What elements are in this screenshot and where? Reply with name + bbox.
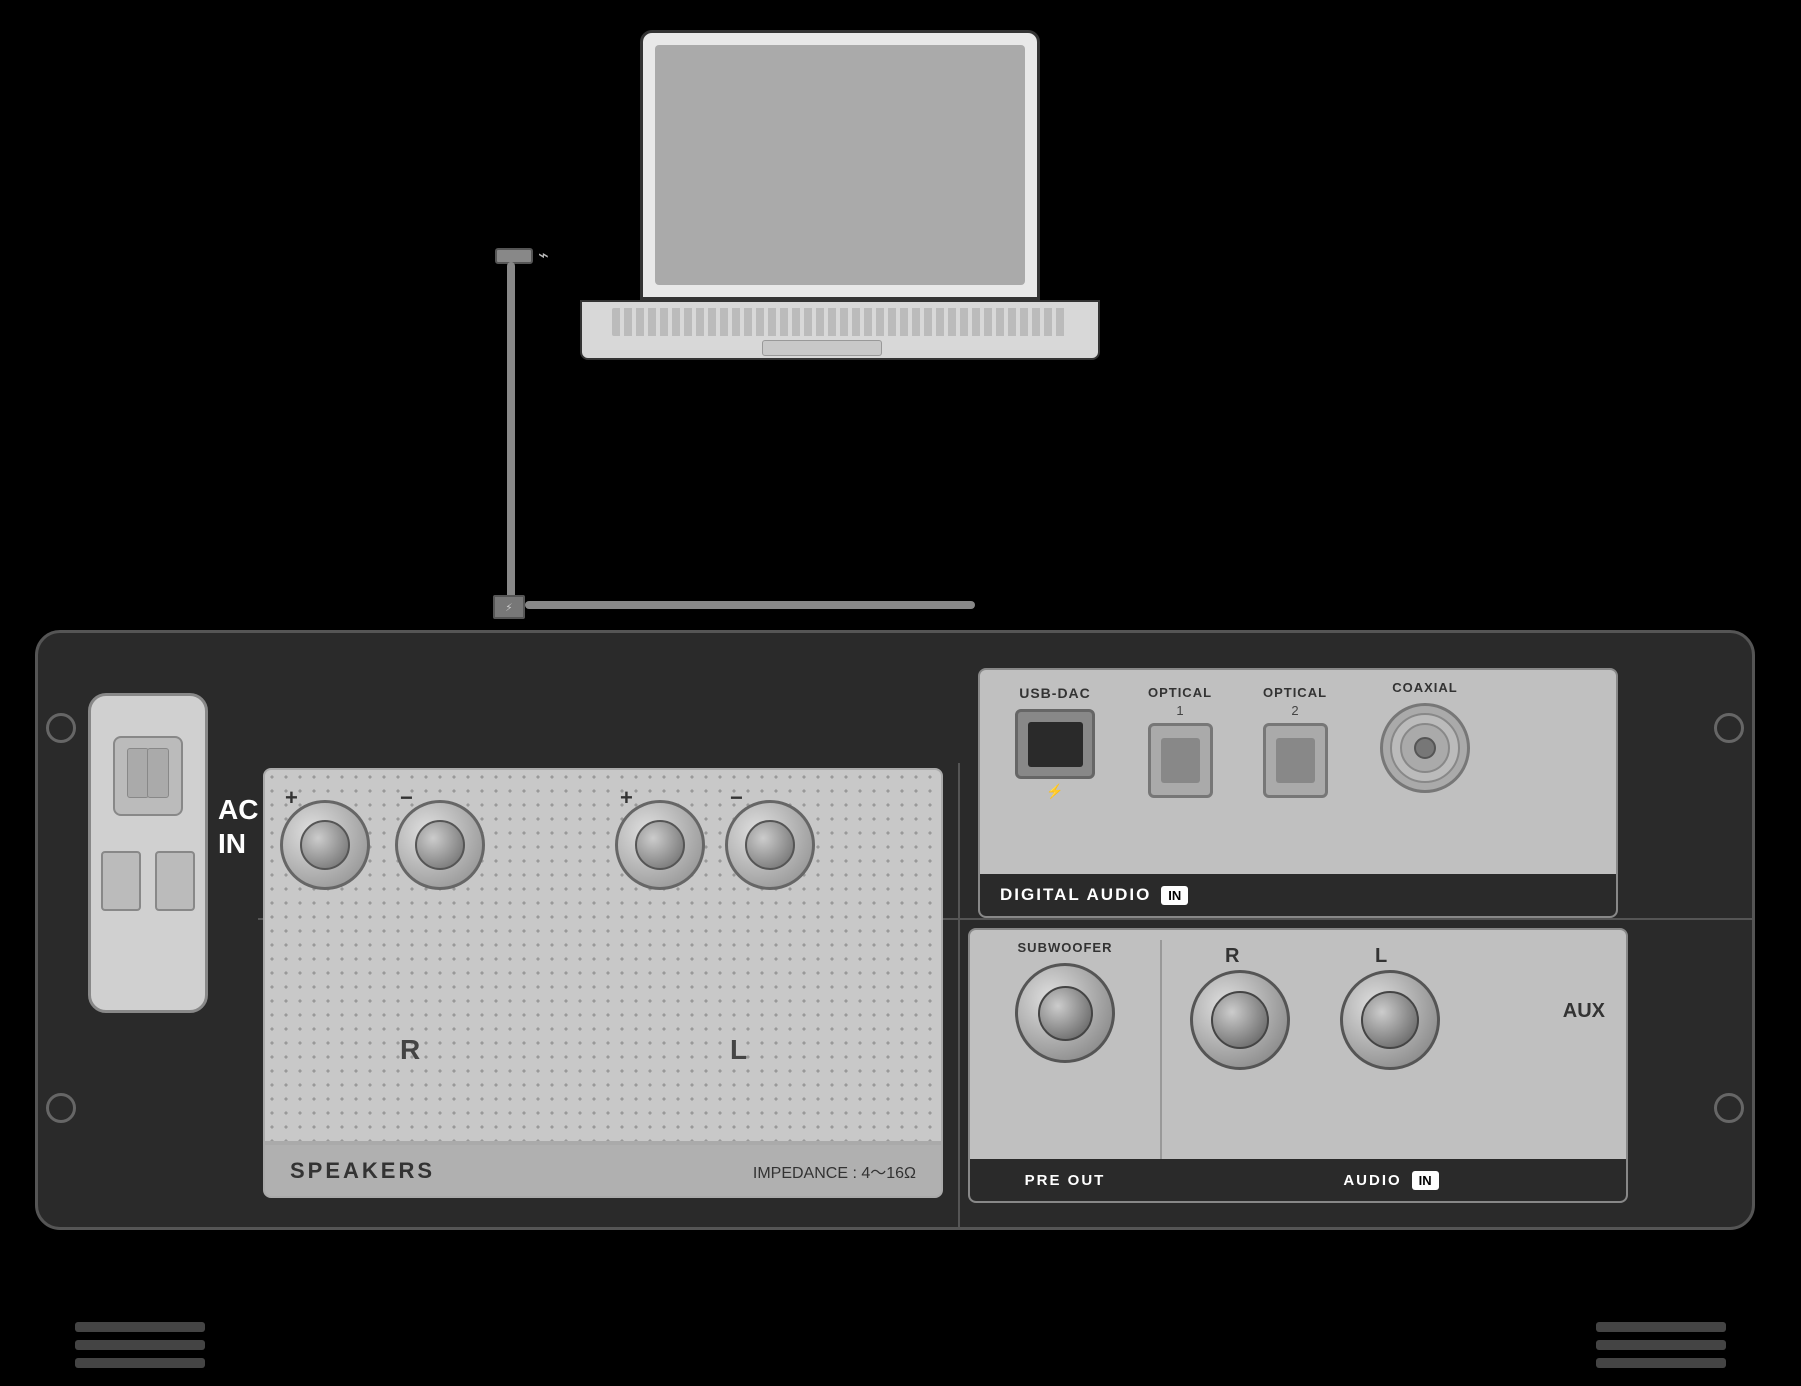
optical2-port-inner (1276, 738, 1315, 783)
terminal-plus-r (280, 800, 370, 890)
mount-circle-right-bottom (1714, 1093, 1744, 1123)
usb-dac-area: USB-DAC ⚡ (995, 685, 1115, 800)
ac-prong-bottom-right (155, 851, 195, 911)
usb-cable-vertical (507, 262, 515, 602)
digital-audio-text: DIGITAL AUDIO (1000, 885, 1151, 905)
pre-out-text: PRE OUT (1025, 1172, 1106, 1189)
ac-prong-top-right (147, 748, 169, 798)
coaxial-label: COAXIAL (1360, 680, 1490, 695)
ac-prong-top (113, 736, 183, 816)
audio-in-label-bar: AUDIO IN (1156, 1159, 1626, 1201)
speaker-dotted-bg: + − R + − (263, 768, 943, 1143)
subwoofer-knob-inner (1038, 986, 1093, 1041)
stripe-line-1 (75, 1322, 205, 1332)
mount-circle-left-bottom (46, 1093, 76, 1123)
terminal-plus-r-label: + (285, 785, 298, 811)
optical1-label: OPTICAL (1130, 685, 1230, 700)
terminal-minus-r-inner (415, 820, 465, 870)
coaxial-ring1 (1390, 713, 1460, 783)
ac-prong-top-left (127, 748, 149, 798)
stripe-line-r-2 (1596, 1340, 1726, 1350)
analog-section: SUBWOOFER PRE OUT R L AUX (968, 928, 1628, 1203)
usb-symbol-top: ⌁ (538, 245, 549, 266)
r-rca-knob-inner (1211, 991, 1269, 1049)
speaker-l-label: L (730, 1034, 747, 1066)
terminal-minus-r (395, 800, 485, 890)
terminal-minus-r-label: − (400, 785, 413, 811)
usb-plug-body (495, 248, 533, 264)
terminal-plus-r-inner (300, 820, 350, 870)
ac-inlet (88, 693, 208, 1013)
usb-dac-symbol: ⚡ (995, 783, 1115, 800)
laptop-illustration (580, 30, 1100, 410)
l-rca-knob-inner (1361, 991, 1419, 1049)
coaxial-port (1380, 703, 1470, 793)
speakers-section: + − R + − (263, 768, 943, 1198)
speaker-r-label: R (400, 1034, 420, 1066)
speakers-label-bar: SPEAKERS IMPEDANCE : 4～16Ω (263, 1143, 943, 1198)
coaxial-center (1414, 737, 1436, 759)
usb-dac-port (1015, 709, 1095, 779)
usb-plug-bottom: ⚡ (493, 595, 525, 619)
l-rca-knob (1340, 970, 1440, 1070)
laptop-screen (655, 45, 1025, 285)
stripe-lines-left (75, 1322, 205, 1368)
scene: ⌁ ⚡ (0, 0, 1801, 1386)
pre-out-label-bar: PRE OUT (970, 1159, 1160, 1201)
digital-in-badge: IN (1161, 886, 1188, 905)
coaxial-area: COAXIAL (1360, 680, 1490, 793)
stripe-lines-right (1596, 1322, 1726, 1368)
optical2-port (1263, 723, 1328, 798)
subwoofer-label: SUBWOOFER (980, 940, 1150, 955)
stripe-line-r-3 (1596, 1358, 1726, 1368)
audio-text: AUDIO (1343, 1172, 1401, 1189)
terminal-minus-l-inner (745, 820, 795, 870)
subwoofer-knob (1015, 963, 1115, 1063)
terminal-minus-l (725, 800, 815, 890)
stripe-line-3 (75, 1358, 205, 1368)
usb-dac-label: USB-DAC (995, 685, 1115, 701)
terminal-plus-l-label: + (620, 785, 633, 811)
usb-connector-laptop: ⌁ (495, 245, 549, 266)
speakers-label: SPEAKERS (290, 1158, 435, 1184)
optical1-port-inner (1161, 738, 1200, 783)
aux-label: AUX (1563, 1000, 1605, 1023)
mount-circle-right-top (1714, 713, 1744, 743)
optical1-area: OPTICAL 1 (1130, 685, 1230, 798)
usb-connector-device: ⚡ (493, 595, 525, 619)
laptop-keyboard (580, 300, 1100, 360)
optical2-area: OPTICAL 2 (1245, 685, 1345, 798)
terminal-minus-l-label: − (730, 785, 743, 811)
digital-audio-section: USB-DAC ⚡ OPTICAL 1 OPTICAL 2 (978, 668, 1618, 918)
laptop-keys (612, 308, 1068, 336)
r-label: R (1225, 945, 1239, 968)
l-label: L (1375, 945, 1387, 968)
optical1-port (1148, 723, 1213, 798)
digital-audio-label-bar: DIGITAL AUDIO IN (980, 874, 1616, 916)
r-rca-knob (1190, 970, 1290, 1070)
stripe-line-r-1 (1596, 1322, 1726, 1332)
terminal-plus-l-inner (635, 820, 685, 870)
coaxial-ring2 (1400, 723, 1450, 773)
usb-dac-port-inner (1028, 722, 1083, 767)
amplifier-body: AC IN IN + − (35, 630, 1755, 1230)
stripe-line-2 (75, 1340, 205, 1350)
terminal-plus-l (615, 800, 705, 890)
amp-divider-vertical (958, 763, 960, 1227)
usb-symbol-bottom: ⚡ (505, 600, 512, 614)
optical2-num: 2 (1245, 703, 1345, 718)
impedance-label: IMPEDANCE : 4～16Ω (753, 1159, 916, 1183)
optical1-num: 1 (1130, 703, 1230, 718)
laptop-touchpad (762, 340, 882, 356)
optical2-label: OPTICAL (1245, 685, 1345, 700)
subwoofer-area: SUBWOOFER (980, 940, 1150, 1063)
ac-prong-bottom-left (101, 851, 141, 911)
audio-in-badge: IN (1412, 1171, 1439, 1190)
usb-cable-horizontal (525, 601, 975, 609)
mount-circle-left-top (46, 713, 76, 743)
laptop-screen-outer (640, 30, 1040, 300)
